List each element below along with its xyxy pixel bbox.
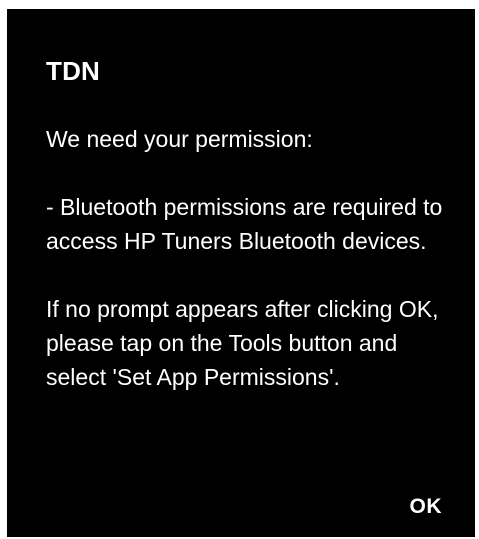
dialog-title: TDN [46, 56, 101, 86]
dialog-message: We need your permission: - Bluetooth per… [46, 122, 456, 394]
message-instructions: If no prompt appears after clicking OK, … [46, 296, 439, 390]
ok-button[interactable]: OK [402, 491, 451, 523]
message-bluetooth-requirement: - Bluetooth permissions are required to … [46, 194, 443, 254]
permission-dialog: TDN We need your permission: - Bluetooth… [7, 9, 475, 537]
message-intro: We need your permission: [46, 126, 313, 152]
